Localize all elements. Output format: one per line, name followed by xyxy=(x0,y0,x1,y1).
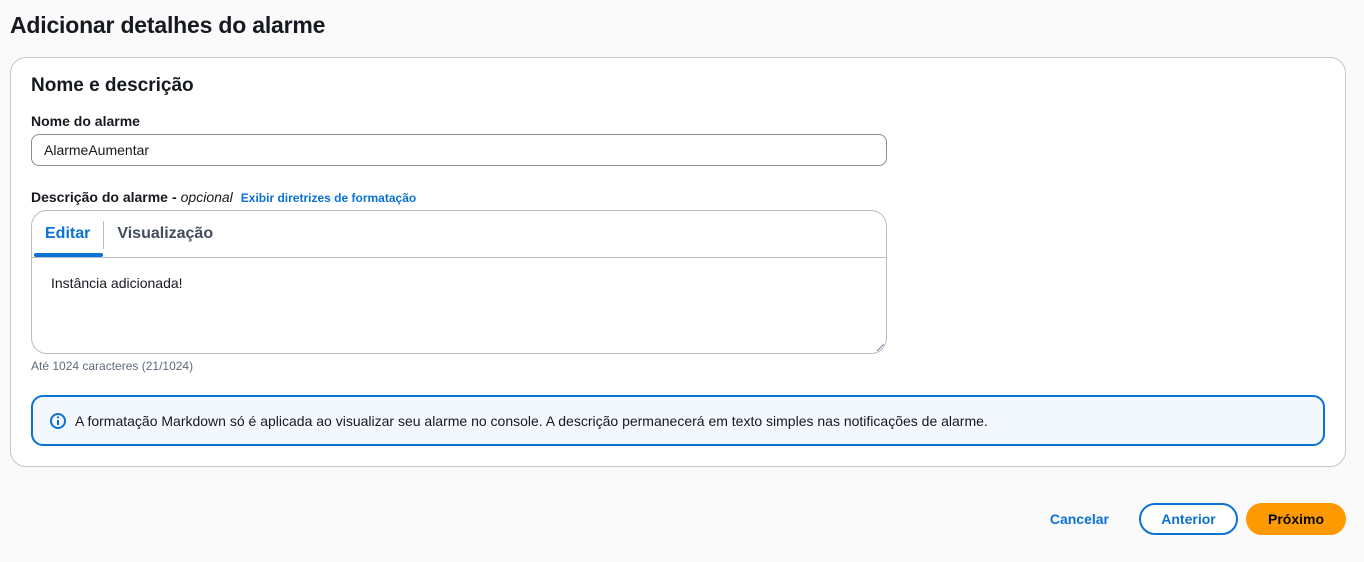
optional-marker: opcional xyxy=(180,189,233,205)
info-alert-text: A formatação Markdown só é aplicada ao v… xyxy=(75,412,988,429)
section-title: Nome e descrição xyxy=(31,75,194,96)
next-button[interactable]: Próximo xyxy=(1246,503,1346,535)
description-label-row: Descrição do alarme - opcional Exibir di… xyxy=(31,189,416,205)
editor-body: Instância adicionada! xyxy=(32,258,886,353)
resize-handle-icon[interactable] xyxy=(876,343,884,351)
cancel-button[interactable]: Cancelar xyxy=(1030,503,1129,535)
info-icon xyxy=(49,412,67,430)
formatting-guidelines-link[interactable]: Exibir diretrizes de formatação xyxy=(241,191,416,205)
tab-preview[interactable]: Visualização xyxy=(104,211,226,257)
info-alert: A formatação Markdown só é aplicada ao v… xyxy=(31,395,1325,446)
name-description-container: Nome e descrição Nome do alarme Descriçã… xyxy=(10,57,1346,467)
description-textarea[interactable]: Instância adicionada! xyxy=(32,258,886,353)
description-editor: Editar Visualização Instância adicionada… xyxy=(31,210,887,354)
tab-edit[interactable]: Editar xyxy=(32,211,104,257)
wizard-actions: Cancelar Anterior Próximo xyxy=(1030,503,1346,535)
alarm-name-input[interactable] xyxy=(31,134,887,166)
description-label-dash: - xyxy=(171,189,177,205)
page: Adicionar detalhes do alarme Nome e desc… xyxy=(0,0,1364,562)
editor-tabs: Editar Visualização xyxy=(32,211,886,258)
previous-button[interactable]: Anterior xyxy=(1139,503,1238,535)
page-title: Adicionar detalhes do alarme xyxy=(10,12,326,38)
alarm-name-label: Nome do alarme xyxy=(31,113,140,129)
character-count: Até 1024 caracteres (21/1024) xyxy=(31,359,194,373)
description-label: Descrição do alarme xyxy=(31,189,168,205)
